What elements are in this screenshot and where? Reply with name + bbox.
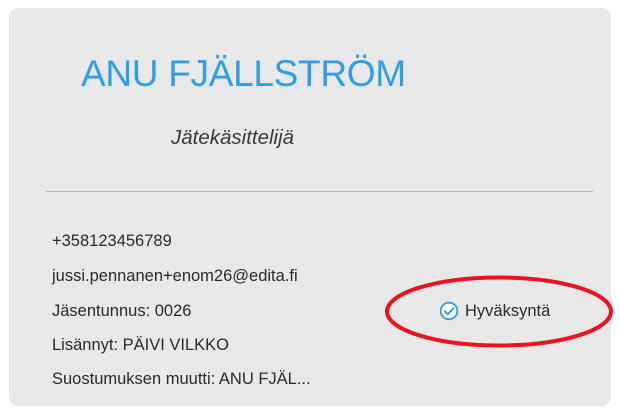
member-phone: +358123456789 [52, 232, 172, 250]
divider [46, 191, 593, 192]
approval-toggle[interactable]: Hyväksyntä [439, 301, 550, 321]
member-id: Jäsentunnus: 0026 [52, 302, 192, 320]
approval-label: Hyväksyntä [465, 302, 551, 320]
consent-changed-by: Suostumuksen muutti: ANU FJÄL... [52, 370, 311, 388]
added-by: Lisännyt: PÄIVI VILKKO [52, 336, 230, 354]
member-email: jussi.pennanen+enom26@edita.fi [52, 267, 298, 285]
check-circle-icon [439, 301, 459, 321]
member-name: ANU FJÄLLSTRÖM [81, 53, 406, 94]
member-role: Jätekäsittelijä [171, 126, 295, 149]
member-card: ANU FJÄLLSTRÖM Jätekäsittelijä +35812345… [9, 8, 611, 406]
